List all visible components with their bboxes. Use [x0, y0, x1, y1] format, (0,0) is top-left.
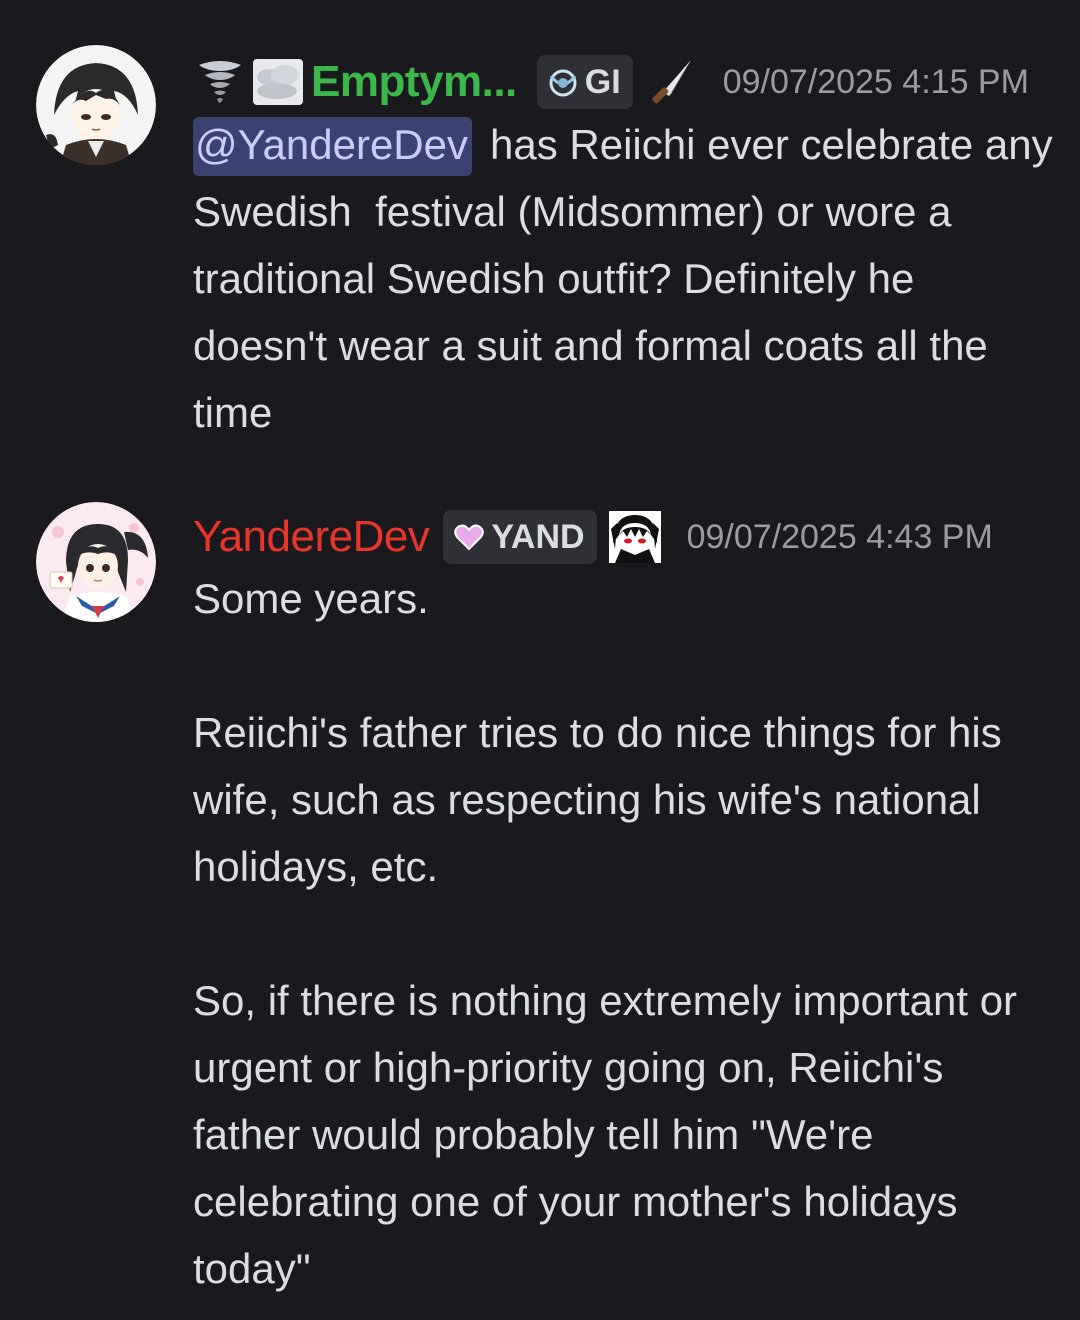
tornado-icon: [193, 55, 247, 109]
server-tag-label: YAND: [491, 517, 585, 556]
message-header: YandereDev YAND 09/07/2025 4:43 PM: [193, 504, 993, 570]
heart-icon: [453, 521, 485, 553]
username[interactable]: Emptym...: [311, 57, 517, 107]
knife-icon: [643, 54, 699, 110]
message-content: Some years. Reiichi's father tries to do…: [193, 575, 1018, 1292]
fog-icon: [251, 55, 305, 109]
timestamp: 09/07/2025 4:15 PM: [722, 62, 1029, 101]
avatar[interactable]: [36, 502, 156, 622]
server-tag[interactable]: YAND: [443, 510, 597, 564]
avatar[interactable]: [36, 45, 156, 165]
mention[interactable]: @YandereDev: [193, 117, 472, 176]
message-header: Emptym... GI 09/07/2025 4:15 PM: [193, 49, 1029, 115]
vampire-portrait-icon: [607, 509, 663, 565]
server-tag[interactable]: GI: [536, 55, 633, 109]
genshin-icon: [547, 66, 579, 98]
timestamp: 09/07/2025 4:43 PM: [686, 517, 993, 556]
server-tag-label: GI: [584, 62, 621, 101]
username[interactable]: YandereDev: [193, 512, 430, 562]
message-content: @YandereDev has Reiichi ever celebrate an…: [193, 111, 1053, 446]
